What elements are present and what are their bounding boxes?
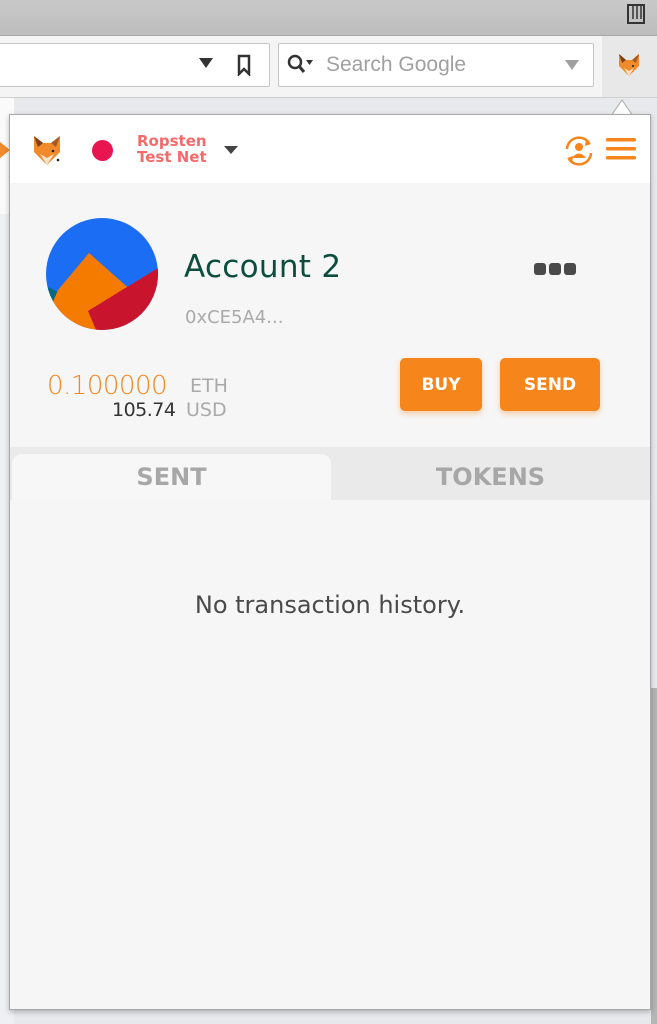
chevron-down-icon[interactable] <box>565 60 579 70</box>
account-address[interactable]: 0xCE5A4... <box>185 307 283 328</box>
send-button[interactable]: SEND <box>500 358 600 411</box>
account-name: Account 2 <box>184 249 342 285</box>
usd-balance: 105.74 <box>112 399 176 421</box>
network-selector[interactable]: Ropsten Test Net <box>137 133 227 165</box>
metamask-logo-icon <box>34 136 60 165</box>
network-status-dot <box>92 140 113 161</box>
network-name-line1: Ropsten <box>137 132 207 150</box>
url-bar[interactable] <box>0 43 270 87</box>
metamask-fox-icon[interactable] <box>616 52 642 78</box>
network-dropdown-icon[interactable] <box>224 146 238 154</box>
eth-unit: ETH <box>190 375 228 397</box>
library-icon[interactable] <box>627 4 645 24</box>
tab-tokens[interactable]: TOKENS <box>331 454 650 500</box>
search-icon <box>287 54 313 73</box>
browser-toolbar: Search Google <box>0 36 657 98</box>
tab-sent[interactable]: SENT <box>12 454 331 500</box>
page-scrollbar[interactable] <box>651 688 657 1024</box>
chevron-down-icon[interactable] <box>199 58 213 68</box>
metamask-popup: Ropsten Test Net Account 2 0xCE5A4... 0.… <box>9 114 651 1010</box>
account-avatar[interactable] <box>46 218 158 330</box>
buy-button[interactable]: BUY <box>400 358 482 411</box>
hamburger-menu-icon[interactable] <box>606 137 636 161</box>
bookmark-icon[interactable] <box>237 54 251 76</box>
search-input[interactable]: Search Google <box>326 53 466 77</box>
popup-header: Ropsten Test Net <box>10 115 650 183</box>
network-name-line2: Test Net <box>137 148 207 166</box>
empty-transaction-message: No transaction history. <box>194 591 466 619</box>
browser-titlebar <box>0 0 657 36</box>
eth-balance: 0.100000 <box>47 371 168 401</box>
account-options-icon[interactable] <box>534 263 576 277</box>
switch-account-icon[interactable] <box>561 133 597 169</box>
usd-unit: USD <box>186 399 227 421</box>
search-bar[interactable]: Search Google <box>278 43 594 87</box>
tab-bar: SENT TOKENS <box>10 447 650 500</box>
